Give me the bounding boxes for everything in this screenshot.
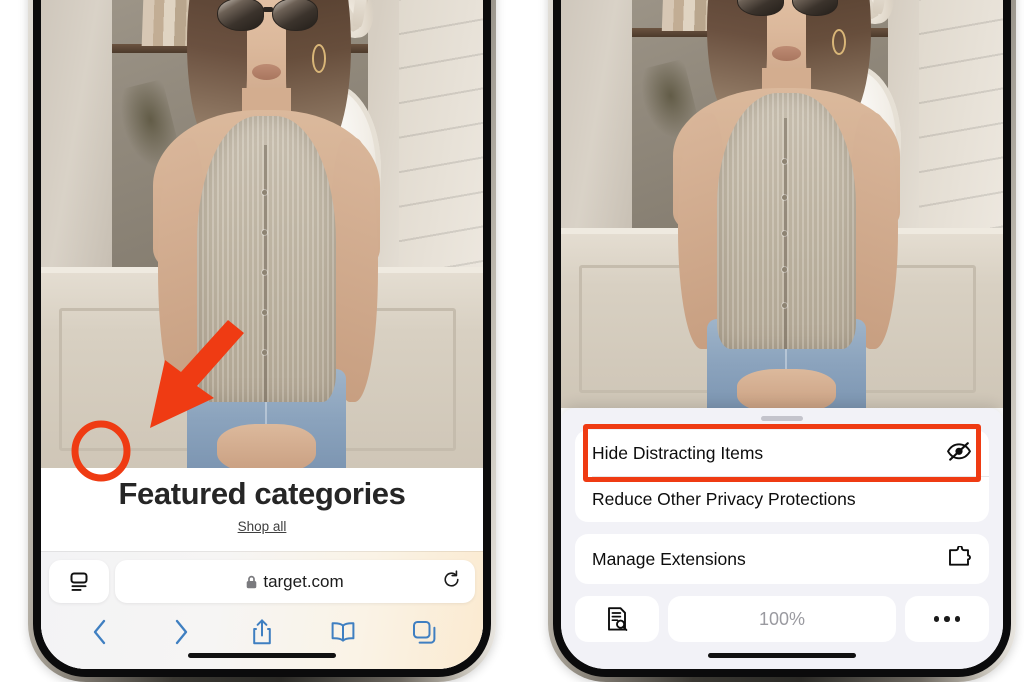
lock-icon xyxy=(247,575,257,588)
safari-bottom-bar: target.com xyxy=(41,551,483,669)
chevron-right-icon xyxy=(175,619,187,645)
photo-person-right xyxy=(663,0,911,408)
sheet-grabber[interactable] xyxy=(761,416,803,421)
right-phone-screen: Hide Distracting Items Reduce Other Priv… xyxy=(561,0,1003,669)
privacy-group-card: Hide Distracting Items Reduce Other Priv… xyxy=(575,424,989,522)
chevron-left-icon xyxy=(93,619,105,645)
page-settings-button[interactable] xyxy=(49,560,109,603)
zoom-level-text: 100% xyxy=(758,608,806,629)
reload-icon xyxy=(444,569,459,587)
puzzle-piece-icon xyxy=(947,544,972,573)
sheet-bottom-row: 100% xyxy=(575,596,989,642)
home-indicator-right xyxy=(708,653,856,658)
menu-item-label: Manage Extensions xyxy=(592,548,746,569)
photo-room-scene-right xyxy=(561,0,1003,408)
document-search-icon xyxy=(607,607,627,631)
photo-person-earring xyxy=(311,44,326,74)
eye-slash-icon xyxy=(946,441,972,466)
menu-item-reduce-other-privacy-protections[interactable]: Reduce Other Privacy Protections xyxy=(575,476,989,522)
menu-item-label: Hide Distracting Items xyxy=(592,442,764,463)
safari-url-row: target.com xyxy=(49,560,475,603)
hero-photo-left xyxy=(41,0,483,468)
share-button[interactable] xyxy=(247,617,277,647)
ellipsis-icon xyxy=(933,616,961,622)
page-zoom-value[interactable]: 100% xyxy=(668,596,896,642)
right-phone-device: Hide Distracting Items Reduce Other Priv… xyxy=(548,0,1016,682)
menu-item-hide-distracting-items[interactable]: Hide Distracting Items xyxy=(575,430,989,476)
find-on-page-button[interactable] xyxy=(575,596,659,642)
more-options-button[interactable] xyxy=(905,596,989,642)
url-text: target.com xyxy=(263,571,344,591)
photo-person-vest xyxy=(197,115,336,402)
left-phone-device: Featured categories Shop all target.com xyxy=(28,0,496,682)
left-phone-screen: Featured categories Shop all target.com xyxy=(41,0,483,669)
menu-item-manage-extensions[interactable]: Manage Extensions xyxy=(575,536,989,582)
url-field[interactable]: target.com xyxy=(115,560,475,603)
photo-person-hands xyxy=(216,423,316,468)
photo-person xyxy=(143,0,391,468)
reload-button[interactable] xyxy=(442,569,461,594)
safari-page-settings-sheet: Hide Distracting Items Reduce Other Priv… xyxy=(561,408,1003,669)
book-icon xyxy=(331,622,355,642)
photo-person-sunglasses xyxy=(216,0,319,31)
safari-toolbar xyxy=(41,612,483,652)
page-title: Featured categories xyxy=(118,476,406,511)
hero-photo-right xyxy=(561,0,1003,408)
photo-person-arm-right xyxy=(330,137,378,402)
bookmarks-button[interactable] xyxy=(328,617,358,647)
page-settings-aa-icon xyxy=(70,572,88,591)
tabs-icon xyxy=(412,620,436,644)
tabs-button[interactable] xyxy=(409,617,439,647)
menu-item-label: Reduce Other Privacy Protections xyxy=(592,488,856,509)
extensions-group-card: Manage Extensions xyxy=(575,534,989,584)
photo-room-scene xyxy=(41,0,483,468)
forward-button[interactable] xyxy=(166,617,196,647)
share-icon xyxy=(253,619,271,645)
home-indicator xyxy=(188,653,336,658)
back-button[interactable] xyxy=(85,617,115,647)
shop-all-link[interactable]: Shop all xyxy=(41,519,483,534)
screenshot-stage: Featured categories Shop all target.com … xyxy=(0,0,1024,682)
